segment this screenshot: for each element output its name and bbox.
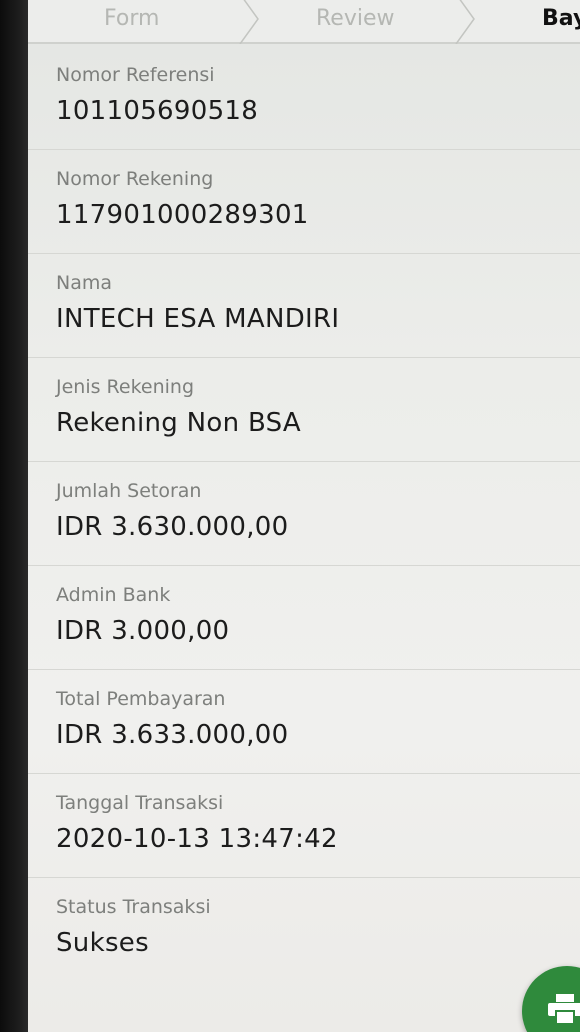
detail-row-admin-bank: Admin Bank IDR 3.000,00 [28,566,580,670]
step-form: Form [104,6,160,31]
detail-value: IDR 3.630.000,00 [56,512,289,542]
phone-bezel [0,0,28,1032]
detail-label: Nomor Rekening [56,168,214,190]
detail-row-nomor-rekening: Nomor Rekening 117901000289301 [28,150,580,254]
detail-label: Tanggal Transaksi [56,792,224,814]
detail-label: Admin Bank [56,584,171,606]
detail-row-total-pembayaran: Total Pembayaran IDR 3.633.000,00 [28,670,580,774]
detail-value: 117901000289301 [56,200,309,230]
detail-label: Jenis Rekening [56,376,195,398]
detail-value: 101105690518 [56,96,259,126]
detail-value: Sukses [56,928,149,958]
detail-label: Nama [56,272,113,294]
detail-label: Nomor Referensi [56,64,215,86]
detail-row-nama: Nama INTECH ESA MANDIRI [28,254,580,358]
transaction-details: Nomor Referensi 101105690518 Nomor Reken… [28,46,580,982]
chevron-right-icon [238,0,260,45]
app-screen: Form Review Bay Nomor Referensi 10110569… [28,0,580,1032]
detail-row-status-transaksi: Status Transaksi Sukses [28,878,580,982]
step-bayar-active: Bay [542,6,580,31]
detail-row-tanggal-transaksi: Tanggal Transaksi 2020-10-13 13:47:42 [28,774,580,878]
detail-row-jumlah-setoran: Jumlah Setoran IDR 3.630.000,00 [28,462,580,566]
phone-frame: Form Review Bay Nomor Referensi 10110569… [0,0,580,1032]
chevron-right-icon [454,0,476,45]
step-review: Review [316,6,395,31]
detail-value: 2020-10-13 13:47:42 [56,824,338,854]
detail-label: Jumlah Setoran [56,480,202,502]
detail-label: Status Transaksi [56,896,211,918]
detail-value: Rekening Non BSA [56,408,302,438]
detail-row-nomor-referensi: Nomor Referensi 101105690518 [28,46,580,150]
detail-value: IDR 3.000,00 [56,616,230,646]
detail-value: IDR 3.633.000,00 [56,720,289,750]
print-icon [548,994,580,1024]
progress-stepper: Form Review Bay [28,0,580,45]
detail-row-jenis-rekening: Jenis Rekening Rekening Non BSA [28,358,580,462]
detail-label: Total Pembayaran [56,688,226,710]
detail-value: INTECH ESA MANDIRI [56,304,340,334]
